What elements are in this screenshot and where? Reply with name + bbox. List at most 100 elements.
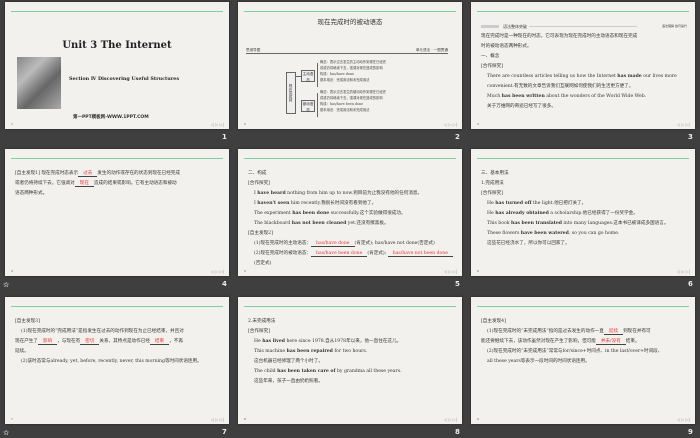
slide-thumbnail-5[interactable]: 5 ◁ ▷ ▷| 二、构成 [合作探究] I have heard nothing fr… [238,149,462,276]
slide-thumbnail-2[interactable]: 2 ◁ ▷ ▷| 现在完成时的被动语态 思维导图 单元语法 · 一图贯通 现在完成时 主动语… [238,2,462,129]
center-node: 现在完成时 [286,72,296,114]
text-line: 延续。 [15,347,221,357]
bold-phrase: has been repaired [286,349,333,354]
slide-nav-icons: ◁ ▷ ▷| [676,417,690,422]
slide-thumbnail-4[interactable]: 4 ◁ ▷ ▷| [自主发现1] 现在完成时态表示 过去 发生的动作或存在的状态到现在已… [5,149,229,276]
text-segment: The child [254,369,278,374]
slide-body: 二、构成 [合作探究] I have heard nothing from him … [248,169,454,269]
text-line: [合作探究] [481,189,687,199]
text-segment: [合作探究] [248,181,270,186]
text-line: The blackboard has not been cleaned yet.… [248,219,454,229]
slide-thumbnail-1[interactable]: 1 ◁ ▷ ▷| Unit 3 The Internet Section Ⅳ Disc… [5,2,229,129]
slide-number-label: 1 [222,133,227,141]
text-line: [自主发现4] [481,317,687,327]
text-segment: (1)现在完成时的“未完成用法”指的是过去发生的动作一直 [487,329,604,334]
answer-blank: 延续 [603,329,624,335]
text-segment: (肯定式); [367,251,388,256]
text-segment: into many languages.这本书已被译成多国语言。 [561,221,669,226]
text-segment: 一、概念 [481,54,500,59]
slide-thumbnail-9[interactable]: 9 ◁ ▷ ▷| [自主发现4] (1)现在完成时的“未完成用法”指的是过去发生的动作… [471,297,695,424]
slide-number-label: 9 [688,428,693,436]
text-segment: [自主发现3] [15,319,40,324]
text-line: [自主发现2] [248,229,454,239]
text-segment: (2)该时态常与already, yet, before, recently, … [21,359,202,364]
text-segment: [合作探究] [248,329,270,334]
text-segment: ，与现在有 [57,339,81,344]
slide-body: 2.未完成用法 [合作探究] He has lived here since 197… [248,317,454,387]
star-icon[interactable]: ☆ [3,281,9,289]
slide-title: 现在完成时的被动语态 [317,18,383,26]
text-segment: [合作探究] [481,191,503,196]
text-segment: The experiment [254,211,293,216]
bold-phrase: has turned off [495,201,532,206]
green-rule [11,306,223,307]
text-segment: Much [487,94,502,99]
text-segment: 二、构成 [248,171,267,176]
bold-phrase: has not been cleaned [291,221,347,226]
star-icon[interactable]: ☆ [3,429,9,437]
slide-number-label: 3 [688,133,693,141]
text-line: He has already obtained a scholarship.他已… [481,209,687,219]
slide-subtitle: Section Ⅳ Discovering Useful Structures [69,76,180,82]
slide-thumbnail-8[interactable]: 8 ◁ ▷ ▷| 2.未完成用法 [合作探究] He has lived here si… [238,297,462,424]
answer-blank: has/have been done [311,251,368,257]
answer-blank: 密切 [80,339,100,345]
bold-phrase: has been written [501,94,545,99]
answer-blank: 结束 [149,339,170,345]
slide-page-number: 9 [477,417,479,421]
text-line: 2.未完成用法 [248,317,454,327]
section-header: 思维导图 单元语法 · 一图贯通 [246,48,448,54]
text-segment: , so you can go home. [568,231,620,236]
header-right: 单元语法 · 一图贯通 [415,48,448,52]
text-segment: He [487,201,496,206]
green-rule [477,158,689,159]
text-segment: about the wonders of the World Wide Web. [544,94,647,99]
text-segment: for two hours. [332,349,368,354]
text-segment: 1.完成用法 [481,181,504,186]
text-segment: (1)现在完成时的主动语态： [254,241,312,246]
text-segment: successfully.这个实验做得很成功。 [329,211,406,216]
text-segment: 这些年来，孩子一直由奶奶照看。 [254,379,323,384]
slide-body: [自主发现4] (1)现在完成时的“未完成用法”指的是过去发生的动作一直 延续 到现在… [481,317,687,367]
slide-number-label: 2 [455,133,460,141]
slide-page-number: 7 [11,417,13,421]
text-line: 这些花已经浇水了，所以你可以回家了。 [481,239,687,249]
text-line: 时的被动语态两种形式。 [481,42,687,52]
text-segment: 语态两种形式。 [15,191,48,196]
slide-number-label: 7 [222,428,227,436]
slide-thumbnail-6[interactable]: 6 ◁ ▷ ▷| 三、基本用法 1.完成用法 [合作探究] He has turned o… [471,149,695,276]
text-segment: (否定式) [254,261,272,266]
text-line: He has turned off the light.他已把灯关了。 [481,199,687,209]
slide-page-number: 4 [11,269,13,273]
slide-body: [自主发现3] (1)现在完成时的“完成用法”是指发生在过去的动作到现在为止已经结… [15,317,221,367]
text-segment: He [487,211,496,216]
text-segment: 关于万维网的奇迹已经写了很多。 [487,104,556,109]
text-segment: 发生的动作或存在的状态到现在已经完成 [97,171,180,176]
branch-item: 概念：表示过去发生的被动动作到现在已经完 [320,90,386,94]
text-line: convenient.有无数的文章告诉我们互联网如何使我们的生活更方便了。 [481,82,687,92]
classroom-photo [17,57,61,109]
answer-blank: 影响 [37,339,58,345]
text-segment: [合作探究] [481,64,503,69]
text-segment: 时的被动语态两种形式。 [481,44,532,49]
slide-nav-icons: ◁ ▷ ▷| [210,417,224,422]
branch-node: 被动语态 [301,100,315,112]
text-segment: 这些花已经浇水了，所以你可以回家了。 [487,241,570,246]
text-segment: 能还要继续下去，该动作虽然对现在产生了影响，但可能 [481,339,596,344]
answer-blank: 现在 [74,181,94,187]
text-segment: This book [487,221,512,226]
slide-footer: 第一PPT模板网-WWW.1PPT.COM [73,115,149,120]
slide-page-number: 8 [244,417,246,421]
slide-thumbnail-3[interactable]: 3 ◁ ▷ ▷| 现在完成时是一种现在的时态，它可表现为现在完成时的主动语态和现在… [471,2,695,129]
slide-thumbnail-7[interactable]: 7 ◁ ▷ ▷| [自主发现3] (1)现在完成时的“完成用法”是指发生在过去的动作到… [5,297,229,424]
text-line: 现在产生了 影响 ，与现在有 密切 关系，其特点是动作已经 结束 ，不再 [15,337,221,347]
bold-phrase: haven't seen [257,201,290,206]
text-segment: 或者仍将持续下去。它强调对 [15,181,75,186]
branch-item: 成或仍将继续下去，强调对现在造成的影响 [320,66,383,70]
text-segment: here since 1978.自从1978年以来，他一直住在这儿。 [284,339,402,344]
text-line: (否定式) [248,259,454,269]
text-line: 这台机器已经修理了两个小时了。 [248,357,454,367]
text-line: [自主发现3] [15,317,221,327]
header-right: 语法理解 技巧提升 [662,24,687,28]
bold-phrase: has been done [292,211,330,216]
